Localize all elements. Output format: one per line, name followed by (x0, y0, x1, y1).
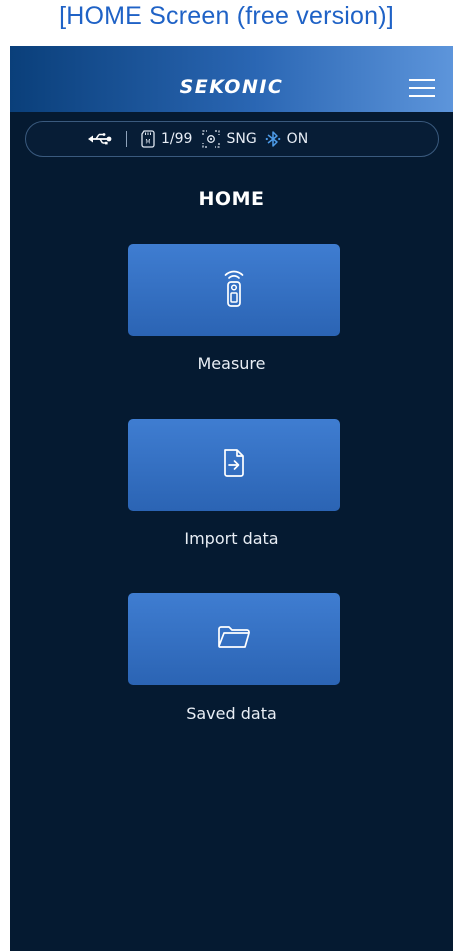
app-header: SEKONIC (10, 46, 453, 112)
folder-icon (217, 625, 251, 653)
status-bar: M 1/99 SNG ON (25, 121, 439, 157)
memory-count: 1/99 (161, 131, 193, 147)
brand-logo: SEKONIC (179, 76, 284, 98)
page-title: HOME (198, 188, 265, 210)
saved-data-button[interactable] (128, 593, 340, 685)
memory-card-icon: M (141, 130, 155, 148)
saved-data-label: Saved data (186, 704, 277, 723)
measure-button[interactable] (128, 244, 340, 336)
status-divider (126, 131, 127, 147)
bluetooth-icon (265, 130, 281, 148)
app-screen: SEKONIC M 1/99 SNG ON HOME Measure Impor… (10, 46, 453, 951)
import-data-button[interactable] (128, 419, 340, 511)
measure-mode: SNG (226, 131, 257, 147)
screen-caption: [HOME Screen (free version)] (59, 2, 394, 30)
import-data-label: Import data (184, 529, 279, 548)
usb-icon (88, 132, 112, 146)
measure-mode-icon (202, 130, 221, 148)
svg-text:M: M (145, 139, 150, 146)
measure-label: Measure (197, 354, 266, 373)
light-meter-icon (223, 267, 245, 313)
file-import-icon (222, 448, 246, 482)
bluetooth-state: ON (286, 131, 309, 147)
hamburger-menu-icon[interactable] (409, 77, 435, 99)
